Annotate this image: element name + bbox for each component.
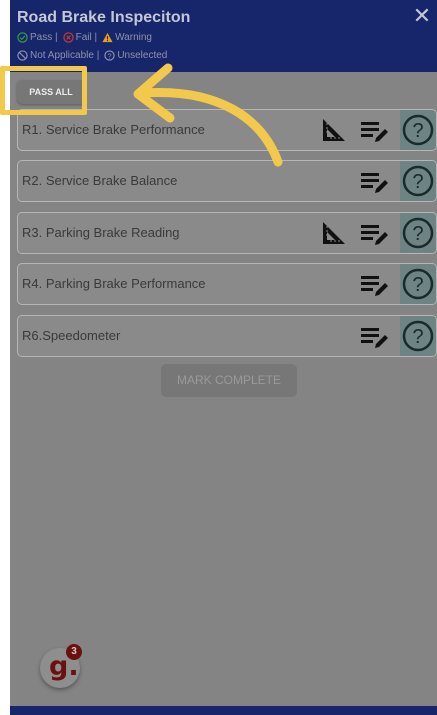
help-icon: ? [402,165,434,197]
item-label: R6.Speedometer [22,328,121,343]
item-label: R1. Service Brake Performance [22,122,205,137]
notes-edit-icon[interactable] [359,117,389,145]
svg-text:?: ? [412,120,423,142]
bottom-bar [10,706,437,715]
legend-not-applicable-label: Not Applicable | [30,50,100,61]
legend-fail-label: Fail | [75,32,98,43]
highlight-box [0,66,87,115]
inspection-item-r2[interactable]: R2. Service Brake Balance ? [17,160,437,202]
help-button[interactable]: ? [400,161,436,201]
header: Road Brake Inspeciton ✕ Pass | Fail | Wa… [10,0,437,72]
notes-edit-icon[interactable] [359,168,389,196]
page-title: Road Brake Inspeciton [17,9,191,26]
ruler-icon[interactable] [320,116,348,144]
help-button[interactable]: ? [400,264,436,304]
notes-edit-icon[interactable] [359,271,389,299]
svg-text:?: ? [412,274,423,296]
app-logo-button[interactable]: g. 3 [40,644,82,688]
legend-warning-label: Warning [115,32,152,43]
unselected-icon: ? [104,50,115,61]
help-button[interactable]: ? [400,213,436,253]
help-icon: ? [402,268,434,300]
legend-pass-label: Pass | [30,32,58,43]
inspection-item-r3[interactable]: R3. Parking Brake Reading ? [17,212,437,254]
help-icon: ? [402,320,434,352]
help-button[interactable]: ? [400,316,436,356]
item-label: R3. Parking Brake Reading [22,225,180,240]
ruler-icon[interactable] [320,219,348,247]
help-icon: ? [402,114,434,146]
svg-text:?: ? [108,51,112,60]
help-icon: ? [402,217,434,249]
svg-text:?: ? [412,223,423,245]
inspection-item-r4[interactable]: R4. Parking Brake Performance ? [17,263,437,305]
legend-row-1: Pass | Fail | Warning [17,32,152,43]
close-icon[interactable]: ✕ [411,5,433,27]
svg-text:?: ? [412,171,423,193]
warning-icon [102,32,113,43]
notification-badge: 3 [66,644,82,660]
item-label: R2. Service Brake Balance [22,173,178,188]
svg-text:?: ? [412,326,423,348]
notes-edit-icon[interactable] [359,323,389,351]
mark-complete-button[interactable]: MARK COMPLETE [161,364,297,397]
inspection-item-r6[interactable]: R6.Speedometer ? [17,315,437,357]
help-button[interactable]: ? [400,110,436,150]
item-label: R4. Parking Brake Performance [22,276,206,291]
legend-row-2: Not Applicable | ? Unselected [17,50,167,61]
pass-icon [17,32,28,43]
inspection-item-r1[interactable]: R1. Service Brake Performance ? [17,109,437,151]
not-applicable-icon [17,50,28,61]
legend-unselected-label: Unselected [117,50,168,61]
notes-edit-icon[interactable] [359,220,389,248]
fail-icon [62,32,74,43]
